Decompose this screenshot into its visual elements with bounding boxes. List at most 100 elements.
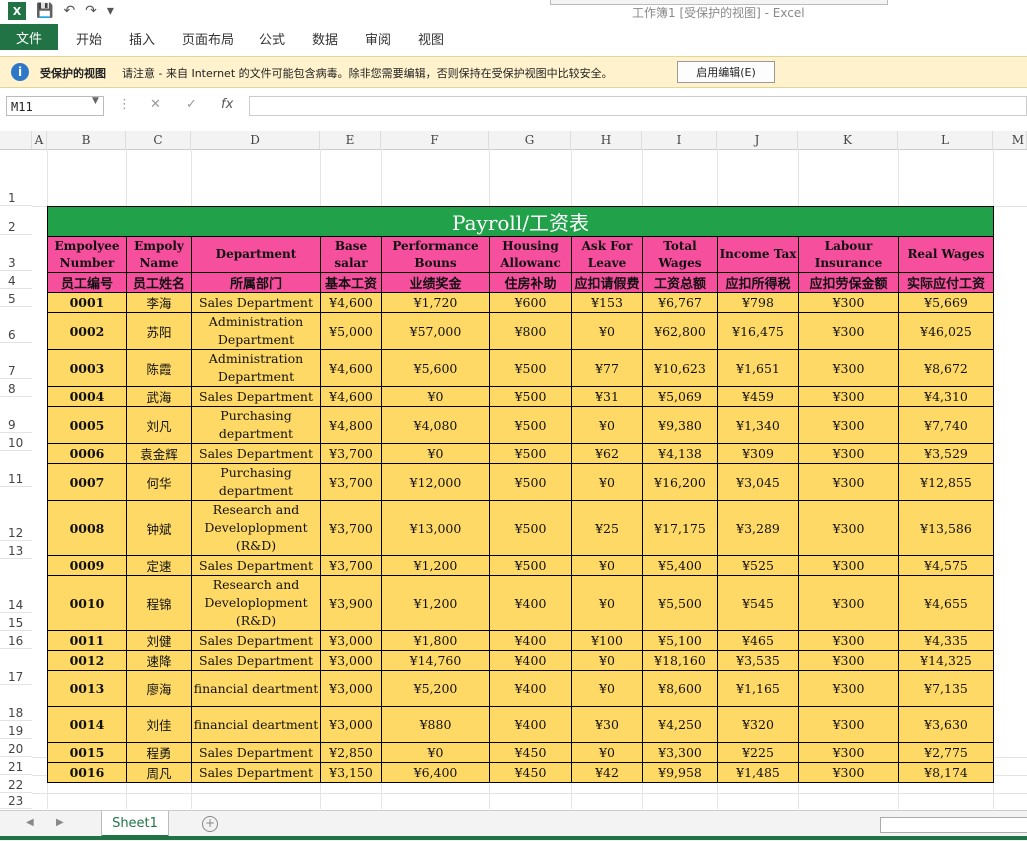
table-cell[interactable]: ¥5,400 xyxy=(642,555,718,576)
table-cell[interactable]: ¥1,200 xyxy=(381,555,490,576)
table-cell[interactable]: ¥300 xyxy=(798,670,899,707)
table-cell[interactable]: 0010 xyxy=(47,575,127,631)
sheet-title[interactable]: Payroll/工资表 xyxy=(47,206,994,237)
name-box-dropdown-icon[interactable]: ▼ xyxy=(92,96,99,106)
column-header[interactable]: H xyxy=(571,131,642,149)
table-cell[interactable]: ¥4,080 xyxy=(381,406,490,444)
table-cell[interactable]: ¥500 xyxy=(489,386,572,407)
table-cell[interactable]: ¥300 xyxy=(798,650,899,671)
column-header[interactable]: I xyxy=(642,131,717,149)
table-cell[interactable]: ¥3,535 xyxy=(717,650,799,671)
column-header-en[interactable]: Total Wages xyxy=(642,236,718,273)
table-cell[interactable]: ¥2,775 xyxy=(898,742,994,763)
table-cell[interactable]: ¥400 xyxy=(489,630,572,651)
table-cell[interactable]: ¥1,485 xyxy=(717,762,799,783)
table-cell[interactable]: ¥300 xyxy=(798,575,899,631)
column-header[interactable]: E xyxy=(320,131,381,149)
column-header[interactable]: L xyxy=(898,131,993,149)
column-header-cn[interactable]: 住房补助 xyxy=(489,272,572,293)
table-cell[interactable]: ¥1,800 xyxy=(381,630,490,651)
table-cell[interactable]: ¥225 xyxy=(717,742,799,763)
table-cell[interactable]: ¥0 xyxy=(571,650,643,671)
table-cell[interactable]: ¥31 xyxy=(571,386,643,407)
row-header[interactable]: 1 xyxy=(0,149,32,206)
row-header[interactable]: 12 xyxy=(0,487,32,541)
table-cell[interactable]: ¥1,651 xyxy=(717,349,799,387)
scroll-right-icon[interactable]: ▶ xyxy=(56,817,64,828)
table-cell[interactable]: ¥5,500 xyxy=(642,575,718,631)
table-cell[interactable]: ¥3,900 xyxy=(320,575,382,631)
table-cell[interactable]: ¥3,000 xyxy=(320,706,382,743)
table-cell[interactable]: ¥300 xyxy=(798,742,899,763)
row-header[interactable]: 10 xyxy=(0,433,32,451)
table-cell[interactable]: ¥3,700 xyxy=(320,500,382,556)
row-header[interactable]: 8 xyxy=(0,379,32,397)
table-cell[interactable]: 袁金辉 xyxy=(126,443,192,464)
table-cell[interactable]: ¥465 xyxy=(717,630,799,651)
table-cell[interactable]: 0012 xyxy=(47,650,127,671)
table-cell[interactable]: ¥300 xyxy=(798,555,899,576)
table-cell[interactable]: ¥300 xyxy=(798,386,899,407)
table-cell[interactable]: ¥300 xyxy=(798,349,899,387)
table-cell[interactable]: 何华 xyxy=(126,463,192,501)
table-cell[interactable]: financial deartment xyxy=(191,670,321,707)
row-header[interactable]: 11 xyxy=(0,451,32,487)
table-cell[interactable]: ¥300 xyxy=(798,500,899,556)
table-cell[interactable]: ¥3,630 xyxy=(898,706,994,743)
table-cell[interactable]: Sales Department xyxy=(191,762,321,783)
table-cell[interactable]: 武海 xyxy=(126,386,192,407)
table-cell[interactable]: ¥300 xyxy=(798,406,899,444)
tab-formulas[interactable]: 公式 xyxy=(259,29,285,48)
horizontal-scrollbar[interactable] xyxy=(880,817,1027,833)
column-header-en[interactable]: Ask For Leave xyxy=(571,236,643,273)
column-header-cn[interactable]: 工资总额 xyxy=(642,272,718,293)
table-cell[interactable]: ¥300 xyxy=(798,706,899,743)
table-cell[interactable]: ¥4,800 xyxy=(320,406,382,444)
row-header[interactable]: 4 xyxy=(0,271,32,289)
table-cell[interactable]: ¥6,767 xyxy=(642,292,718,313)
table-cell[interactable]: 0005 xyxy=(47,406,127,444)
row-header[interactable]: 23 xyxy=(0,793,32,809)
column-header-en[interactable]: Base salar xyxy=(320,236,382,273)
table-cell[interactable]: 钟斌 xyxy=(126,500,192,556)
table-cell[interactable]: ¥5,000 xyxy=(320,312,382,350)
row-header[interactable]: 16 xyxy=(0,631,32,649)
table-cell[interactable]: ¥0 xyxy=(381,386,490,407)
table-cell[interactable]: ¥0 xyxy=(381,443,490,464)
table-cell[interactable]: ¥3,000 xyxy=(320,650,382,671)
table-cell[interactable]: ¥9,958 xyxy=(642,762,718,783)
row-header[interactable]: 18 xyxy=(0,685,32,721)
table-cell[interactable]: ¥600 xyxy=(489,292,572,313)
table-cell[interactable]: ¥4,575 xyxy=(898,555,994,576)
column-header[interactable]: G xyxy=(489,131,571,149)
table-cell[interactable]: ¥5,100 xyxy=(642,630,718,651)
table-cell[interactable]: ¥3,000 xyxy=(320,670,382,707)
table-cell[interactable]: ¥7,740 xyxy=(898,406,994,444)
row-header[interactable]: 17 xyxy=(0,649,32,685)
table-cell[interactable]: Sales Department xyxy=(191,443,321,464)
table-cell[interactable]: ¥400 xyxy=(489,670,572,707)
row-header[interactable]: 22 xyxy=(0,775,32,793)
table-cell[interactable]: 0011 xyxy=(47,630,127,651)
table-cell[interactable]: ¥500 xyxy=(489,349,572,387)
column-header-en[interactable]: Real Wages xyxy=(898,236,994,273)
table-cell[interactable]: ¥10,623 xyxy=(642,349,718,387)
table-cell[interactable]: ¥3,529 xyxy=(898,443,994,464)
row-header[interactable]: 6 xyxy=(0,307,32,343)
column-header-en[interactable]: Labour Insurance xyxy=(798,236,899,273)
tab-view[interactable]: 视图 xyxy=(418,29,444,48)
table-cell[interactable]: Sales Department xyxy=(191,292,321,313)
table-cell[interactable]: Purchasing department xyxy=(191,463,321,501)
table-cell[interactable]: ¥4,600 xyxy=(320,292,382,313)
table-cell[interactable]: ¥4,600 xyxy=(320,386,382,407)
row-header[interactable]: 3 xyxy=(0,235,32,271)
row-header[interactable]: 14 xyxy=(0,559,32,613)
row-header[interactable]: 9 xyxy=(0,397,32,433)
table-cell[interactable]: ¥13,586 xyxy=(898,500,994,556)
column-header[interactable]: B xyxy=(47,131,126,149)
table-cell[interactable]: ¥0 xyxy=(571,555,643,576)
add-sheet-icon[interactable]: + xyxy=(202,816,218,832)
table-cell[interactable]: ¥4,250 xyxy=(642,706,718,743)
table-cell[interactable]: ¥57,000 xyxy=(381,312,490,350)
table-cell[interactable]: 刘凡 xyxy=(126,406,192,444)
